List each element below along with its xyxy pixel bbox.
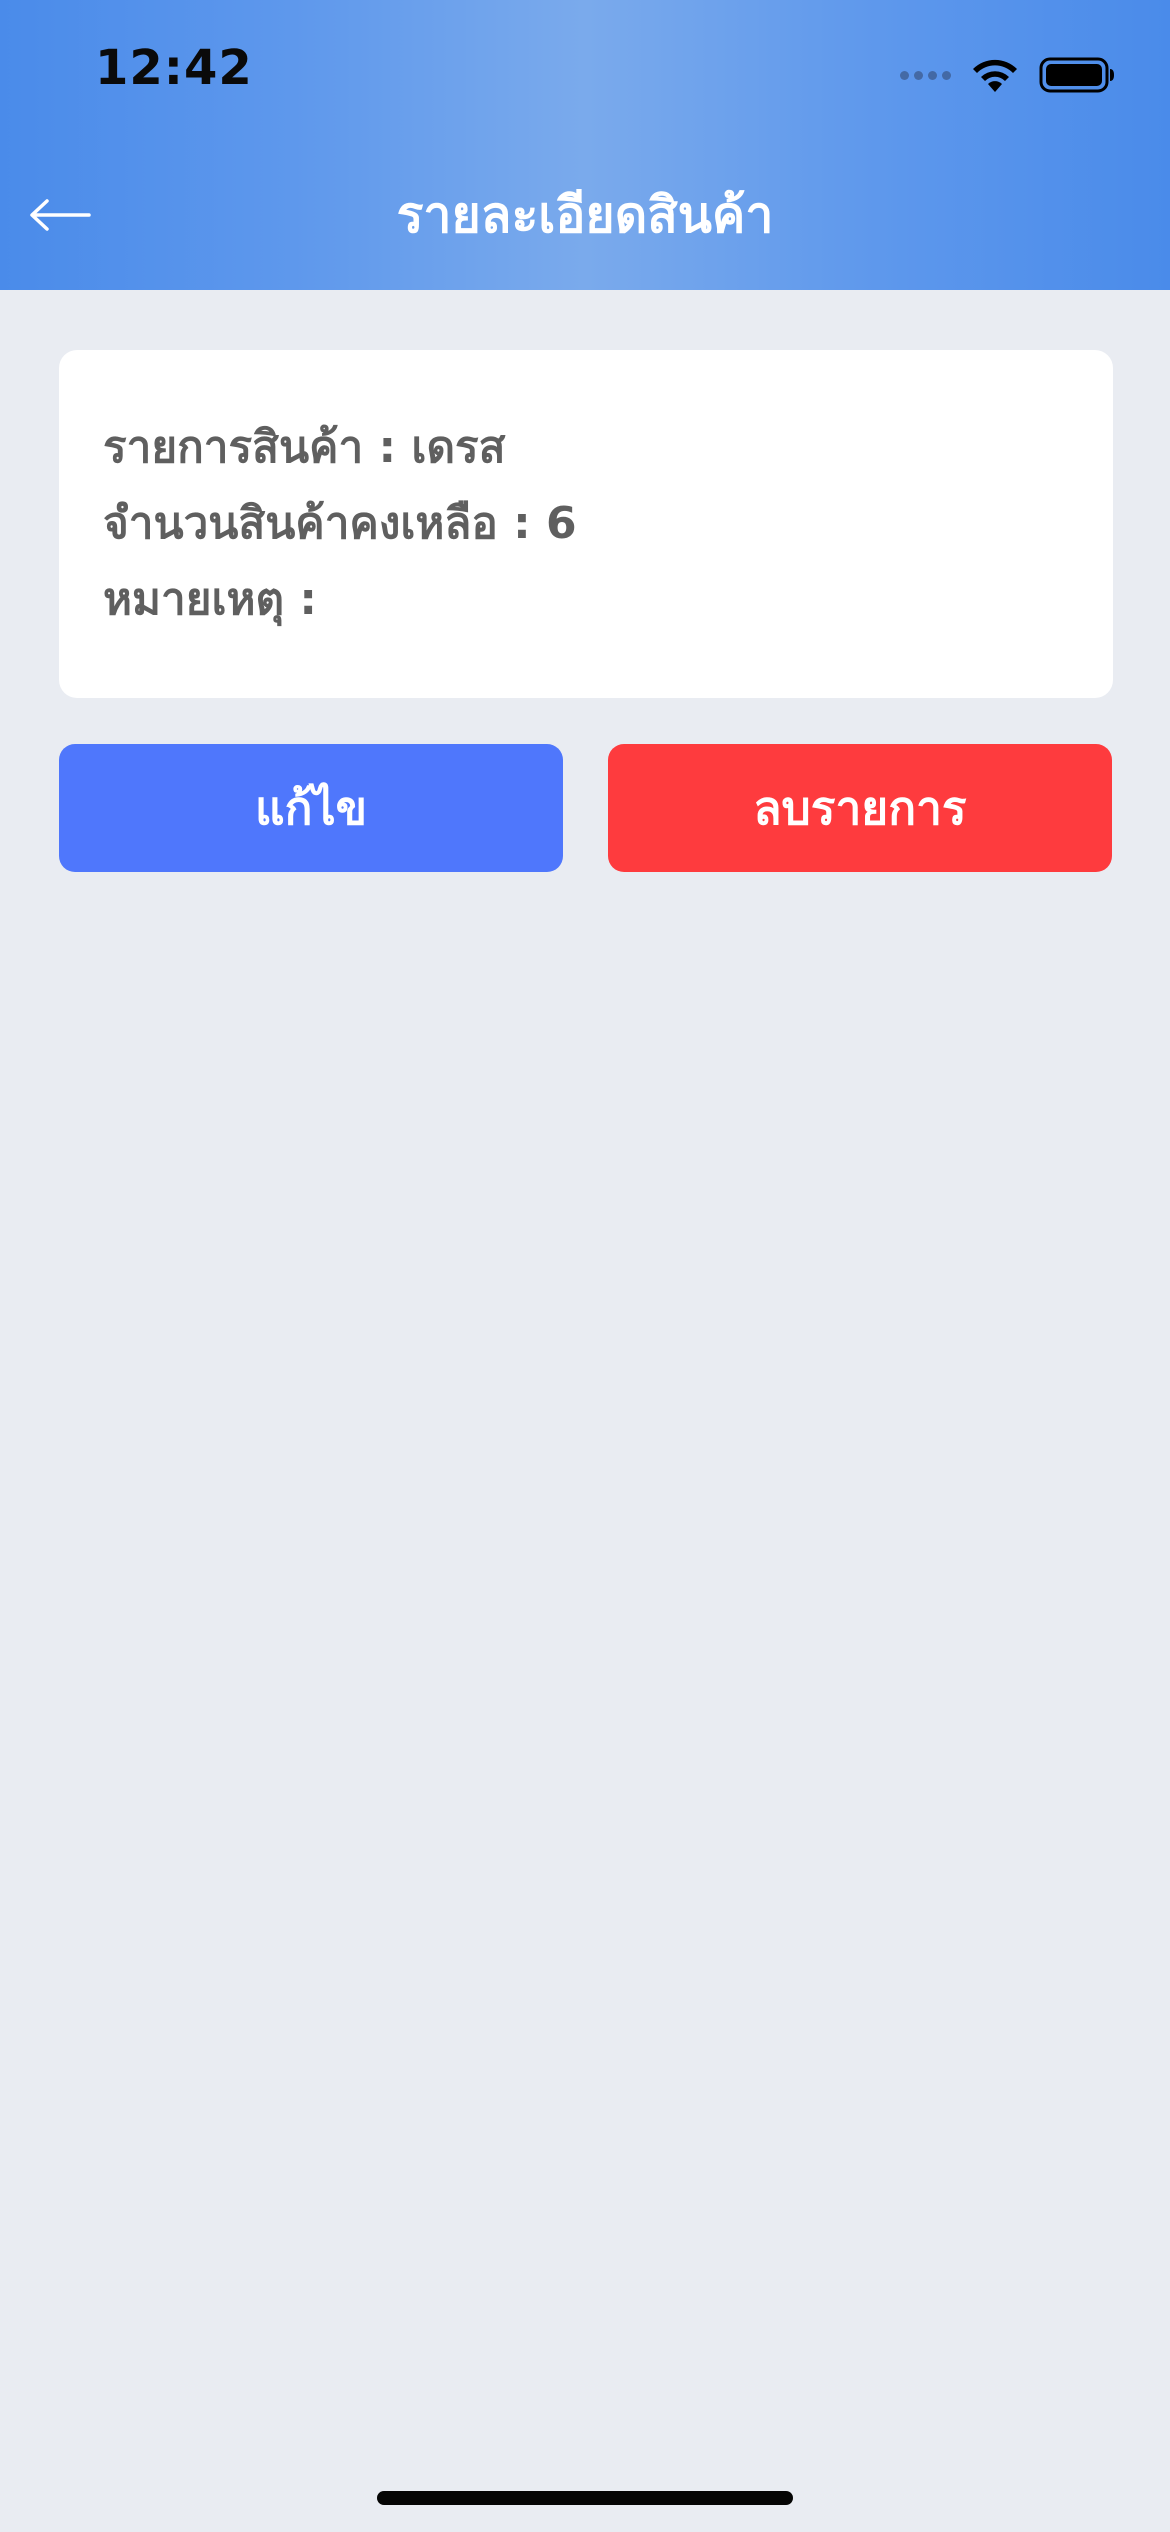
battery-icon (1039, 57, 1114, 93)
status-time: 12:42 (95, 40, 253, 96)
stock-quantity: จำนวนสินค้าคงเหลือ : 6 (103, 498, 577, 549)
product-details-card: รายการสินค้า : เดรส จำนวนสินค้าคงเหลือ :… (59, 350, 1113, 698)
product-name: รายการสินค้า : เดรส (103, 422, 506, 473)
home-indicator (377, 2491, 793, 2505)
app-header: 12:42 รายละเอียดสินค้า (0, 0, 1170, 290)
status-icons (900, 50, 1115, 100)
edit-button[interactable]: แก้ไข (59, 744, 563, 872)
product-note: หมายเหตุ : (103, 574, 318, 625)
delete-button[interactable]: ลบรายการ (608, 744, 1112, 872)
page-title: รายละเอียดสินค้า (396, 186, 774, 244)
cellular-signal-icon (900, 70, 951, 80)
wifi-icon (973, 59, 1017, 92)
